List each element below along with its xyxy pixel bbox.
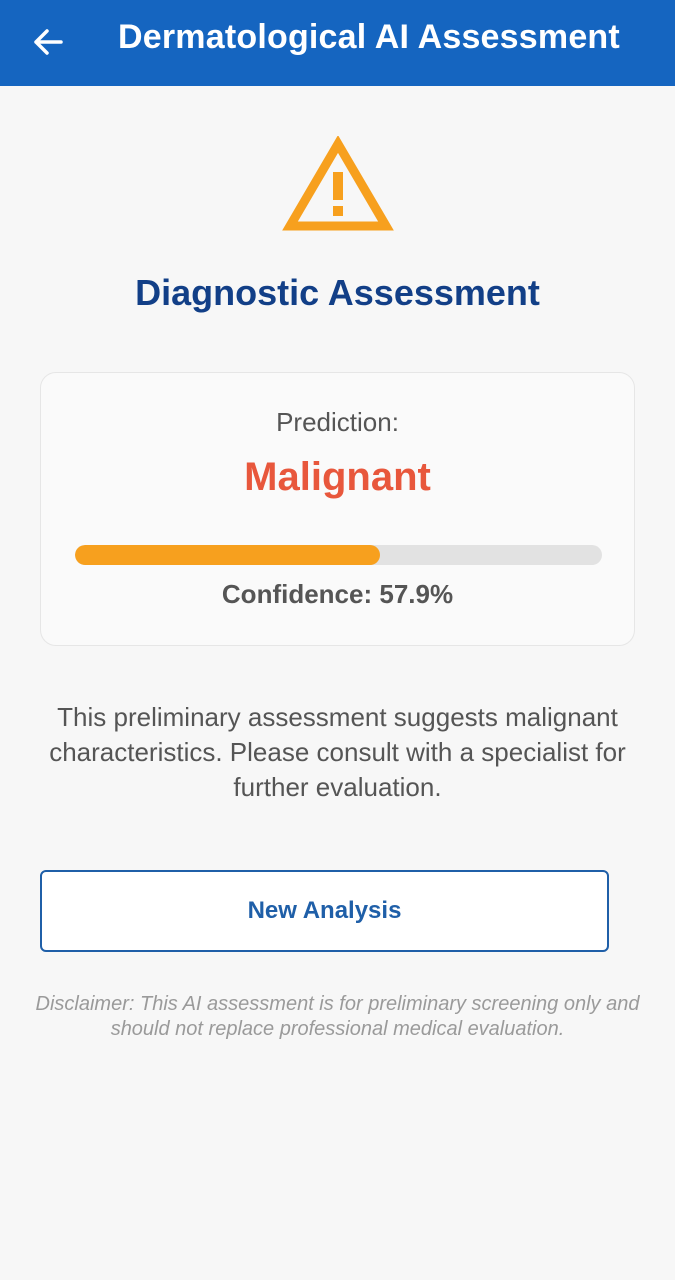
disclaimer-text: Disclaimer: This AI assessment is for pr…: [35, 993, 640, 1040]
prediction-label: Prediction:: [276, 407, 399, 437]
confidence-progress-fill: [75, 545, 381, 565]
app-bar: Dermatological AI Assessment: [0, 0, 675, 86]
confidence-progress-bar: [75, 545, 602, 565]
assessment-title: Diagnostic Assessment: [135, 272, 540, 313]
prediction-value: Malignant: [244, 455, 431, 499]
assessment-message: This preliminary assessment suggests mal…: [49, 702, 626, 802]
result-card: Prediction: Malignant Confidence: 57.9%: [40, 372, 635, 646]
new-analysis-button[interactable]: New Analysis: [40, 870, 609, 952]
arrow-left-icon: [34, 29, 63, 55]
warning-triangle-icon: [282, 136, 394, 231]
back-button[interactable]: [26, 20, 70, 64]
app-title: Dermatological AI Assessment: [118, 18, 620, 56]
confidence-text: Confidence: 57.9%: [221, 579, 454, 609]
